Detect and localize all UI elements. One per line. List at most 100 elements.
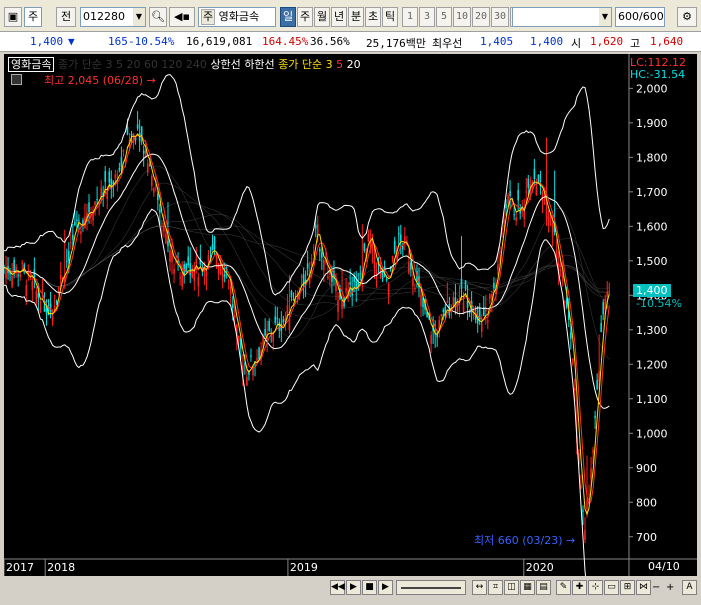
stop-icon[interactable]: ■ bbox=[362, 580, 377, 595]
legend-ma3[interactable]: 3 bbox=[326, 58, 333, 71]
interval-button[interactable]: 30 bbox=[491, 7, 509, 27]
tool-icon-1[interactable]: ↔ bbox=[472, 580, 487, 595]
candle-body bbox=[41, 290, 44, 292]
period-button[interactable]: 분 bbox=[348, 7, 364, 27]
search-icon[interactable]: 🔍︎ bbox=[149, 7, 167, 27]
price-chart[interactable]: 700 800 900 1,000 1,100 1,200 1,300 1,400 1,500 1… bbox=[4, 54, 697, 576]
candle-body bbox=[157, 193, 159, 200]
y-tick-label: 1,100 bbox=[636, 393, 668, 406]
grid-table-icon[interactable] bbox=[11, 74, 22, 85]
draw-icon[interactable]: ✎ bbox=[556, 580, 571, 595]
legend-ma5[interactable]: 5 bbox=[336, 58, 343, 71]
period-button[interactable]: 년 bbox=[331, 7, 347, 27]
prev-button[interactable]: 전 bbox=[56, 7, 76, 27]
tool-icon-2[interactable]: ⌗ bbox=[488, 580, 503, 595]
code-input[interactable]: 012280 ▼ bbox=[80, 7, 146, 27]
y-tick-label: 1,000 bbox=[636, 427, 668, 440]
ruler-icon[interactable]: ⊞ bbox=[620, 580, 635, 595]
candle-body bbox=[559, 269, 562, 271]
chevron-down-icon[interactable]: ▼ bbox=[133, 8, 145, 26]
candle-body bbox=[602, 302, 605, 315]
legend-ma20[interactable]: 20 bbox=[347, 58, 361, 71]
settings-icon[interactable]: ⚙ bbox=[677, 7, 697, 27]
window-menu-icon[interactable]: ▣ bbox=[4, 7, 22, 27]
cursor-icon[interactable]: ✚ bbox=[572, 580, 587, 595]
candle-body bbox=[55, 300, 58, 304]
candle-body bbox=[551, 223, 554, 236]
open-price: 1,620 bbox=[590, 35, 624, 48]
tool-icon-4[interactable]: ▦ bbox=[520, 580, 535, 595]
candle-body bbox=[420, 294, 422, 307]
candle-body bbox=[499, 251, 501, 253]
play-icon[interactable]: ▶ bbox=[378, 580, 393, 595]
candle-body bbox=[489, 294, 491, 299]
y-tick-label: 1,200 bbox=[636, 358, 668, 371]
candle-body bbox=[505, 204, 507, 209]
box-icon[interactable]: ▭ bbox=[604, 580, 619, 595]
sound-icon[interactable]: ◀▪ bbox=[169, 7, 195, 27]
market-selector[interactable]: 주 bbox=[24, 7, 42, 27]
period-button[interactable]: 주 bbox=[297, 7, 313, 27]
candle-body bbox=[282, 319, 285, 323]
candle-body bbox=[533, 168, 536, 179]
candle-body bbox=[503, 219, 505, 224]
candle-body bbox=[515, 217, 517, 221]
tool-icon-3[interactable]: ◫ bbox=[504, 580, 519, 595]
candle-body bbox=[108, 171, 111, 183]
candle-body bbox=[430, 334, 432, 345]
candle-body bbox=[327, 276, 329, 279]
candle-body bbox=[586, 500, 588, 510]
count-field[interactable]: 600/600 bbox=[615, 7, 665, 27]
interval-button[interactable]: 3 bbox=[419, 7, 435, 27]
candle-body bbox=[397, 233, 400, 235]
legend-ma-label[interactable]: 종가 단순 bbox=[278, 58, 322, 71]
chart-stock-tab[interactable]: 영화금속 bbox=[8, 57, 55, 72]
candle-body bbox=[13, 259, 15, 271]
stock-name-field[interactable]: 주 영화금속 bbox=[198, 7, 276, 27]
candle-body bbox=[517, 189, 519, 201]
right-date-label: 04/10 bbox=[648, 560, 680, 573]
period-button[interactable]: 일 bbox=[280, 7, 296, 27]
interval-button[interactable]: 5 bbox=[436, 7, 452, 27]
crosshair-icon[interactable]: ⊹ bbox=[588, 580, 603, 595]
candle-body bbox=[570, 332, 572, 339]
candle-body bbox=[464, 280, 467, 289]
hc-label: HC:-31.54 bbox=[630, 68, 686, 81]
zoom-out-icon[interactable]: − bbox=[652, 580, 660, 595]
candle-body bbox=[590, 468, 592, 479]
candle-body bbox=[187, 256, 190, 266]
interval-button[interactable]: 1 bbox=[402, 7, 418, 27]
scroll-slider[interactable] bbox=[396, 580, 466, 595]
tool-icon-5[interactable]: ▤ bbox=[536, 580, 551, 595]
candle-body bbox=[541, 192, 544, 202]
y-tick-label: 900 bbox=[636, 462, 657, 475]
prev-icon[interactable]: ▶ bbox=[346, 580, 361, 595]
current-price-tag: 1,400 bbox=[633, 284, 671, 297]
period-button[interactable]: 틱 bbox=[382, 7, 398, 27]
candle-body bbox=[205, 272, 208, 277]
zoom-in-icon[interactable]: + bbox=[666, 580, 674, 595]
blank-combo[interactable]: ▼ bbox=[512, 7, 612, 27]
interval-button[interactable]: 10 bbox=[453, 7, 471, 27]
first-icon[interactable]: ◀◀ bbox=[330, 580, 345, 595]
legend-upper[interactable]: 상한선 bbox=[210, 58, 240, 71]
candle-body bbox=[563, 301, 566, 304]
legend-lower[interactable]: 하한선 bbox=[244, 58, 274, 71]
trade-amount: 25,176백만 bbox=[366, 37, 426, 50]
y-tick-label: 1,500 bbox=[636, 255, 668, 268]
chart-area[interactable]: 700 800 900 1,000 1,100 1,200 1,300 1,400 1,500 1… bbox=[4, 54, 697, 576]
period-button[interactable]: 초 bbox=[365, 7, 381, 27]
x-tick-label: 2019 bbox=[290, 561, 318, 574]
x-tick-label: 2017 bbox=[6, 561, 34, 574]
interval-button[interactable]: 20 bbox=[472, 7, 490, 27]
chevron-down-icon[interactable]: ▼ bbox=[599, 8, 611, 26]
candle-body bbox=[408, 262, 410, 274]
period-button[interactable]: 월 bbox=[314, 7, 330, 27]
candle-body bbox=[353, 277, 356, 282]
snap-icon[interactable]: ⋈ bbox=[636, 580, 651, 595]
candle-body bbox=[600, 323, 602, 333]
font-icon[interactable]: A bbox=[682, 580, 697, 595]
price-change-pct: -10.54% bbox=[128, 35, 175, 48]
candle-body bbox=[153, 188, 155, 193]
best-ask: 1,405 bbox=[480, 35, 514, 48]
